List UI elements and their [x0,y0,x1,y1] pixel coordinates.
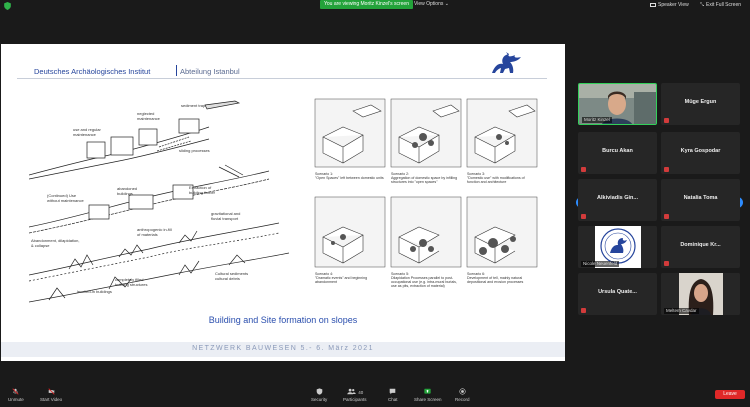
participant-name: Dominique Kr... [680,242,721,248]
svg-text:function and architecture: function and architecture [467,180,506,184]
svg-text:building timber: building timber [189,190,216,195]
share-screen-button[interactable]: Share Screen [414,388,442,402]
svg-text:without maintenance: without maintenance [47,198,84,203]
chat-button[interactable]: Chat [388,388,398,402]
svg-text:use as pits, extraction of mat: use as pits, extraction of material) [391,284,445,288]
participants-label: Participants [343,397,367,402]
svg-text:sediment trap: sediment trap [181,103,206,108]
header-rule [17,78,547,79]
slope-section-drawings: use and regular maintenance neglected ma… [29,100,290,303]
svg-text:& collapse: & collapse [31,243,50,248]
participant-name-label: Nicole Neuenfeld [581,261,620,267]
participant-tile[interactable]: Ursula Quate... [578,273,657,315]
zoom-meeting-window: You are viewing Moritz Kinzel's screen V… [0,0,750,407]
unmute-button[interactable]: Unmute [8,388,24,402]
participant-name: Müge Ergun [684,99,717,105]
participant-tile[interactable]: Alkiviadis Gin... [578,179,657,221]
start-video-label: Start Video [40,397,63,402]
participant-tile[interactable]: Meltem Cavdar [661,273,740,315]
participant-name: Burcu Akan [602,148,633,154]
record-label: Record [455,397,470,402]
muted-mic-icon [664,214,669,219]
svg-text:cultural debris: cultural debris [215,276,240,281]
svg-text:building structures: building structures [115,282,147,287]
security-label: Security [311,397,328,402]
participant-tile[interactable]: Moritz Kinzel [578,83,657,125]
viewing-banner: You are viewing Moritz Kinzel's screen [320,0,413,9]
security-shield-icon [316,388,322,395]
muted-mic-icon [664,261,669,266]
participant-tile[interactable]: Kyra Gospodar [661,132,740,174]
exit-full-screen-label: Exit Full Screen [706,2,742,8]
svg-text:maintenance: maintenance [137,116,161,121]
participants-icon [347,388,356,395]
svg-text:depositional and erosion proce: depositional and erosion processes [467,280,524,284]
record-button[interactable]: Record [455,388,470,402]
dai-griffin-logo [492,52,521,73]
participant-name: Natalia Toma [683,195,718,201]
department-name: Abteilung Istanbul [180,67,240,76]
shield-icon[interactable] [4,2,11,10]
muted-mic-icon [664,167,669,172]
svg-text:fluvial transport: fluvial transport [211,216,239,221]
security-button[interactable]: Security [311,388,327,402]
top-bar: You are viewing Moritz Kinzel's screen V… [0,0,750,12]
participants-button[interactable]: 40 Participants [343,388,367,402]
record-icon [459,388,466,395]
chat-label: Chat [388,397,398,402]
leave-button[interactable]: Leave [715,390,745,399]
scenario-sketches: Scenario 1: "Open Spaces" left between d… [314,98,538,288]
slide-caption: Building and Site formation on slopes [208,315,358,325]
share-screen-label: Share Screen [414,397,442,402]
start-video-button[interactable]: Start Video [40,388,62,402]
speaker-view-button[interactable]: Speaker View [650,1,689,9]
participant-name: Ursula Quate... [598,289,637,295]
speaker-view-icon [650,3,656,7]
participants-icon-group: 40 [346,388,363,397]
svg-text:buildings: buildings [117,191,133,196]
participant-tile[interactable]: Burcu Akan [578,132,657,174]
exit-full-screen-icon: ⤡ [700,2,705,8]
exit-full-screen-button[interactable]: ⤡ Exit Full Screen [700,1,741,9]
participant-tile[interactable]: Nicole Neuenfeld [578,226,657,268]
participant-tile[interactable]: Dominique Kr... [661,226,740,268]
svg-text:structures into "open spaces": structures into "open spaces" [391,180,438,184]
svg-text:abandonment: abandonment [315,280,337,284]
shared-screen: Deutsches Archäologisches Institut Abtei… [1,44,565,361]
speaker-view-label: Speaker View [658,2,689,8]
svg-text:"Open Spaces" left between dom: "Open Spaces" left between domestic unit… [315,176,384,180]
view-options-button[interactable]: View Options ⌄ [410,0,453,9]
muted-mic-icon [581,308,586,313]
svg-text:sliding processes: sliding processes [179,148,210,153]
meeting-toolbar: Unmute Start Video Security 40 Participa… [0,388,750,407]
participant-name-label: Meltem Cavdar [664,308,699,314]
slide-footer-text: NETZWERK BAUWESEN 5.- 6. März 2021 [192,345,374,352]
participants-count: 40 [358,390,364,395]
institute-name: Deutsches Archäologisches Institut [34,67,151,76]
svg-text:of materials: of materials [137,232,158,237]
header-divider [176,65,177,76]
muted-mic-icon [581,167,586,172]
svg-text:levelled-in buildings: levelled-in buildings [77,289,112,294]
share-screen-icon [424,388,431,394]
muted-mic-icon [581,214,586,219]
video-off-icon [47,388,55,395]
chat-icon [389,388,396,395]
svg-text:maintenance: maintenance [73,132,97,137]
mic-muted-icon [12,388,19,395]
participant-tile[interactable]: Müge Ergun [661,83,740,125]
unmute-label: Unmute [8,397,24,402]
slide-header: Deutsches Archäologisches Institut Abtei… [1,44,565,79]
participant-name-label: Moritz Kinzel [582,117,612,123]
participant-tile[interactable]: Natalia Toma [661,179,740,221]
participant-name: Kyra Gospodar [680,148,721,154]
muted-mic-icon [664,118,669,123]
participant-name: Alkiviadis Gin... [597,195,638,201]
